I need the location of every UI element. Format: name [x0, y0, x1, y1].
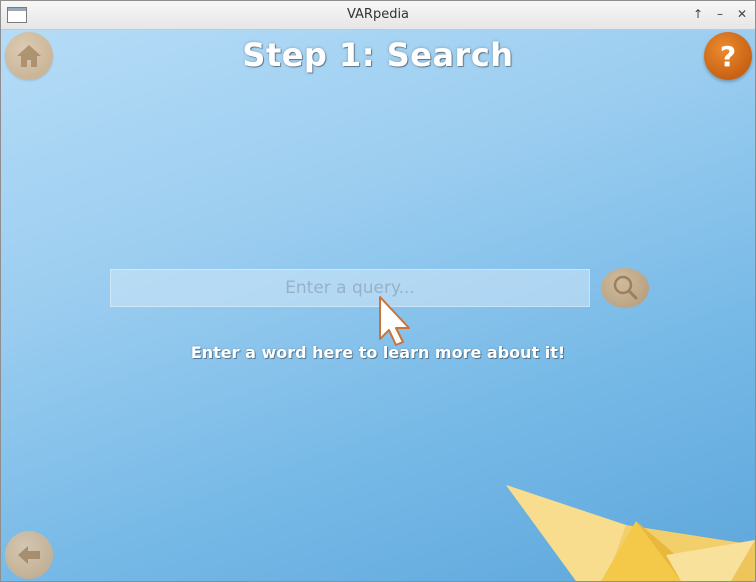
- maximize-button[interactable]: ↑: [691, 6, 705, 22]
- search-hint: Enter a word here to learn more about it…: [190, 343, 566, 362]
- main-content: Step 1: Search ? Enter a word here to le…: [1, 30, 755, 581]
- page-title: Step 1: Search: [242, 36, 514, 74]
- app-window: VARpedia ↑ – ✕ Step 1: Search ? Enter a …: [0, 0, 756, 582]
- search-button[interactable]: [601, 268, 649, 308]
- title-bar[interactable]: VARpedia ↑ – ✕: [1, 1, 755, 30]
- search-icon: [613, 275, 638, 300]
- question-mark-icon: ?: [719, 39, 737, 73]
- paper-boat-illustration: [506, 485, 755, 581]
- help-button[interactable]: ?: [704, 32, 752, 80]
- close-button[interactable]: ✕: [735, 6, 749, 22]
- window-controls: ↑ – ✕: [691, 6, 749, 22]
- back-button[interactable]: [5, 531, 53, 579]
- arrow-left-icon: [18, 546, 40, 564]
- search-input[interactable]: [110, 269, 590, 307]
- window-title: VARpedia: [346, 7, 410, 22]
- minimize-button[interactable]: –: [713, 6, 727, 22]
